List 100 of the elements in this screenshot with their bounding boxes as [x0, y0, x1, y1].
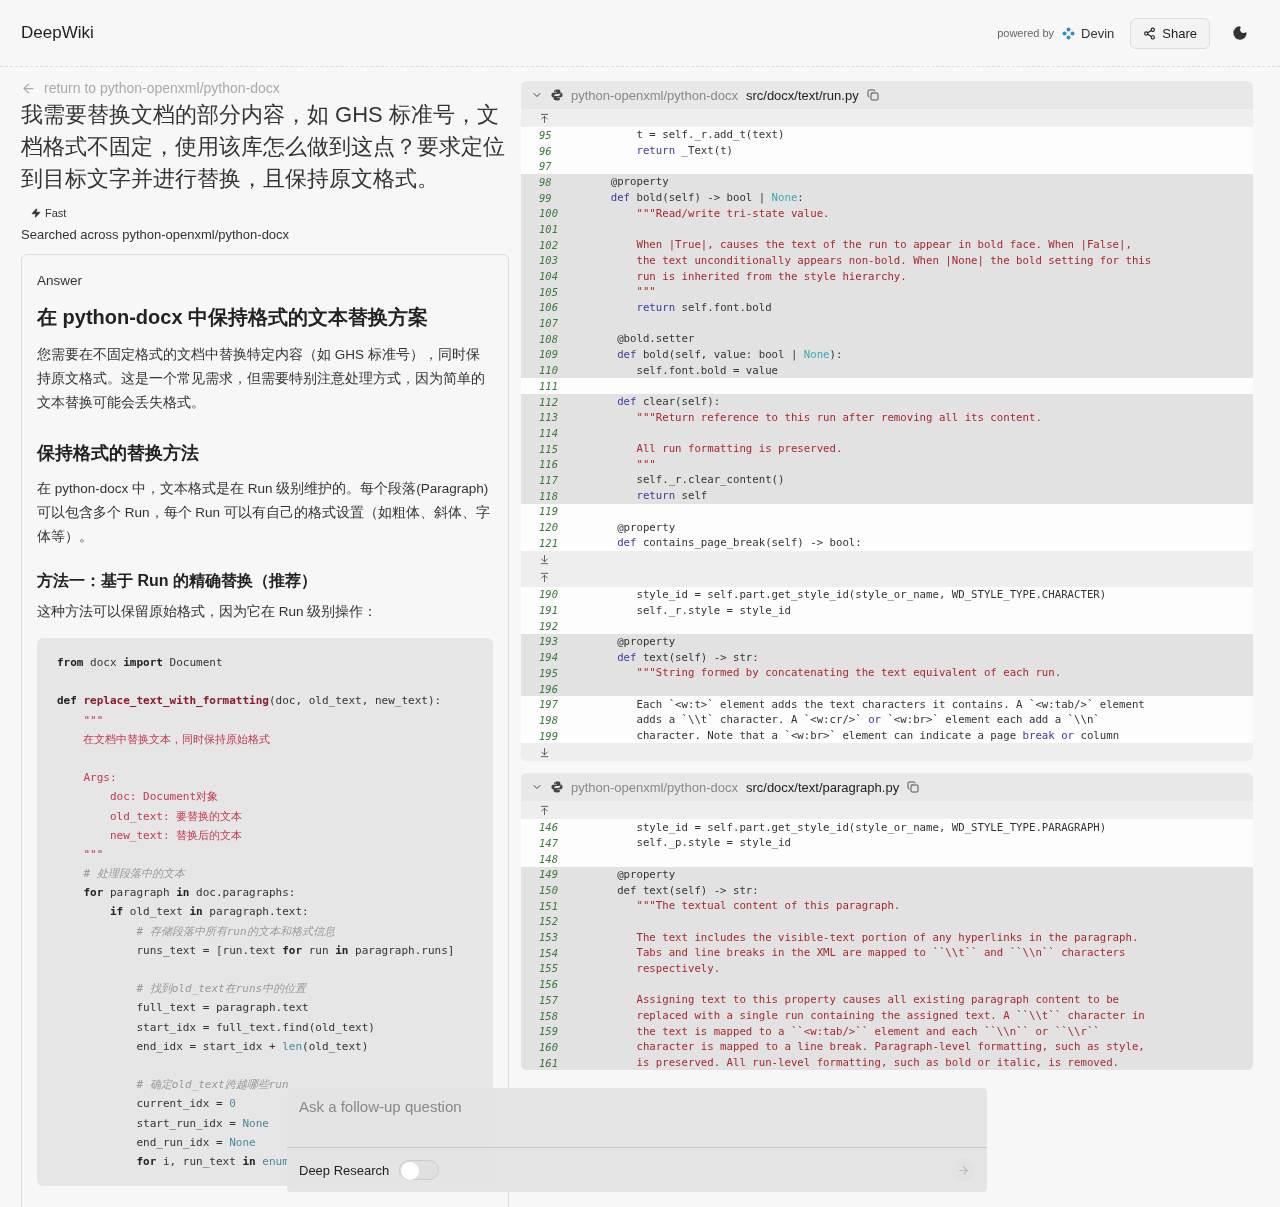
- line-number: 106: [538, 301, 559, 314]
- code-line: """: [635, 457, 656, 471]
- expand-up-icon[interactable]: [539, 112, 550, 124]
- line-number: 147: [538, 836, 559, 849]
- line-number: 146: [538, 821, 559, 834]
- code-line: All run formatting is preserved.: [635, 442, 843, 456]
- code-line: return self.font.bold: [635, 300, 772, 314]
- line-number: 102: [538, 238, 559, 251]
- line-number: 159: [538, 1025, 559, 1038]
- line-number: 151: [538, 899, 559, 912]
- line-number: 199: [538, 729, 559, 742]
- line-number: 111: [538, 379, 559, 392]
- logo-icon: [1062, 26, 1076, 40]
- line-number: 119: [538, 505, 559, 518]
- code-line: the text unconditionally appears non-bold. When |None| the bold setting for this: [635, 253, 1152, 267]
- code-line: return _Text(t): [635, 144, 733, 158]
- code-line: the text is mapped to a ``<w:tab/>`` element and each ``\\n`` or ``\\r``: [635, 1024, 1100, 1038]
- code-line: old_text: 要替换的文本: [108, 808, 243, 825]
- line-number: 120: [538, 521, 559, 534]
- code-line: is preserved. All run-level formatting, such as bold or italic, is removed.: [635, 1056, 1120, 1070]
- share-icon: [1143, 26, 1157, 40]
- line-number: 161: [538, 1056, 559, 1069]
- expand-up-icon[interactable]: [539, 572, 550, 584]
- code-line: """Return reference to this run after removing all its content.: [635, 410, 1042, 424]
- code-line: replaced with a single run containing the assigned text. A ``\\t`` character in: [635, 1009, 1145, 1023]
- answer-label: Answer: [37, 273, 83, 288]
- code-line: Args:: [82, 770, 117, 787]
- site-logo[interactable]: DeepWiki: [21, 23, 94, 43]
- code-line: def text(self) -> str:: [616, 883, 759, 897]
- line-number: 193: [538, 635, 559, 648]
- line-number: 153: [538, 931, 559, 944]
- expand-up-icon[interactable]: [539, 804, 550, 816]
- line-number: 157: [538, 993, 559, 1006]
- expand-down-icon[interactable]: [539, 554, 550, 566]
- code-line: def text(self) -> str:: [616, 650, 759, 664]
- line-number: 148: [538, 852, 559, 865]
- line-number: 155: [538, 962, 559, 975]
- code-line: return self: [635, 489, 708, 503]
- code-line: style_id = self.part.get_style_id(style_or_name, WD_STYLE_TYPE.CHARACTER): [635, 587, 1107, 601]
- line-number: 113: [538, 411, 559, 424]
- follow-up-input[interactable]: Ask a follow-up question: [287, 1088, 987, 1148]
- code-line: The text includes the visible-text portion of any hyperlinks in the paragraph.: [635, 930, 1139, 944]
- file-path[interactable]: src/docx/text/paragraph.py: [745, 779, 900, 795]
- line-number: 101: [538, 222, 559, 235]
- answer-paragraph: 这种方法可以保留原始格式，因为它在 Run 级别操作：: [37, 603, 379, 621]
- line-number: 191: [538, 604, 559, 617]
- code-line: style_id = self.part.get_style_id(style_or_name, WD_STYLE_TYPE.PARAGRAPH): [635, 820, 1107, 834]
- code-line: @bold.setter: [616, 332, 695, 346]
- expand-down-icon[interactable]: [539, 746, 550, 758]
- line-number: 109: [538, 348, 559, 361]
- moon-icon: [1232, 25, 1248, 41]
- line-number: 96: [538, 144, 553, 157]
- brand-name[interactable]: Devin: [1081, 25, 1115, 41]
- copy-icon[interactable]: [907, 781, 920, 794]
- code-line: # 存储段落中所有run的文本和格式信息: [135, 923, 335, 940]
- code-line: from docx import Document: [57, 655, 223, 671]
- code-line: full_text = paragraph.text: [135, 1000, 309, 1017]
- search-scope-text: Searched across python-openxml/python-docx: [21, 227, 291, 242]
- code-line: @property: [609, 175, 669, 189]
- file-path[interactable]: src/docx/text/run.py: [745, 87, 859, 103]
- mode-label: Fast: [31, 207, 67, 219]
- line-number: 104: [538, 270, 559, 283]
- code-line: """: [82, 712, 104, 729]
- answer-paragraph: 在 python-docx 中，文本格式是在 Run 级别维护的。每个段落(Paragraph)可以包含多个 Run，每个 Run 可以有自己的格式设置（如粗体、斜体、字体等）。: [37, 480, 491, 546]
- code-line: end_idx = start_idx + len(old_text): [135, 1038, 369, 1055]
- share-button[interactable]: Share: [1130, 17, 1210, 49]
- code-line: for i, run_text in enum: [135, 1153, 289, 1170]
- answer-paragraph: 您需要在不固定格式的文档中替换特定内容（如 GHS 标准号），同时保持原文格式。这是一个常见需求，但需要特别注意处理方式，因为简单的文本替换可能会丢失格式。: [37, 346, 486, 412]
- code-line: """: [635, 285, 656, 299]
- code-line: character is mapped to a line break. Paragraph-level formatting, such as style,: [635, 1040, 1145, 1054]
- code-line: doc: Document对象: [108, 789, 219, 806]
- deep-research-toggle[interactable]: [399, 1160, 440, 1180]
- code-line: # 处理段落中的文本: [82, 866, 185, 883]
- line-number: 192: [538, 619, 559, 632]
- code-line: """The textual content of this paragraph.: [635, 899, 901, 913]
- code-line: Each `<w:t>` element adds the text characters it contains. A `<w:tab/>` element: [635, 697, 1145, 711]
- code-line: def bold(self, value: bool | None):: [616, 347, 843, 361]
- line-number: 97: [538, 160, 553, 173]
- line-number: 149: [538, 868, 559, 881]
- code-line: # 找到old_text在runs中的位置: [135, 981, 307, 998]
- code-line: self._r.style = style_id: [635, 603, 791, 617]
- code-line: t = self._r.add_t(text): [635, 128, 785, 142]
- line-number: 108: [538, 332, 559, 345]
- code-line: character. Note that a `<w:br>` element can indicate a page break or column: [635, 729, 1120, 743]
- code-line: start_idx = full_text.find(old_text): [135, 1019, 375, 1036]
- line-number: 107: [538, 317, 559, 330]
- line-number: 194: [538, 651, 559, 664]
- line-number: 118: [538, 489, 559, 502]
- copy-icon[interactable]: [866, 89, 879, 101]
- lightning-icon: [31, 208, 41, 218]
- code-line: self.font.bold = value: [635, 363, 779, 377]
- code-line: # 确定old_text跨越哪些run: [135, 1077, 289, 1094]
- code-line: def contains_page_break(self) -> bool:: [616, 536, 862, 550]
- line-number: 112: [538, 395, 559, 408]
- line-number: 117: [538, 473, 559, 486]
- code-line: run is inherited from the style hierarchy.: [635, 269, 907, 283]
- arrow-right-icon: [956, 1163, 970, 1177]
- line-number: 160: [538, 1040, 559, 1053]
- line-number: 121: [538, 536, 559, 549]
- code-line: def clear(self):: [616, 395, 721, 409]
